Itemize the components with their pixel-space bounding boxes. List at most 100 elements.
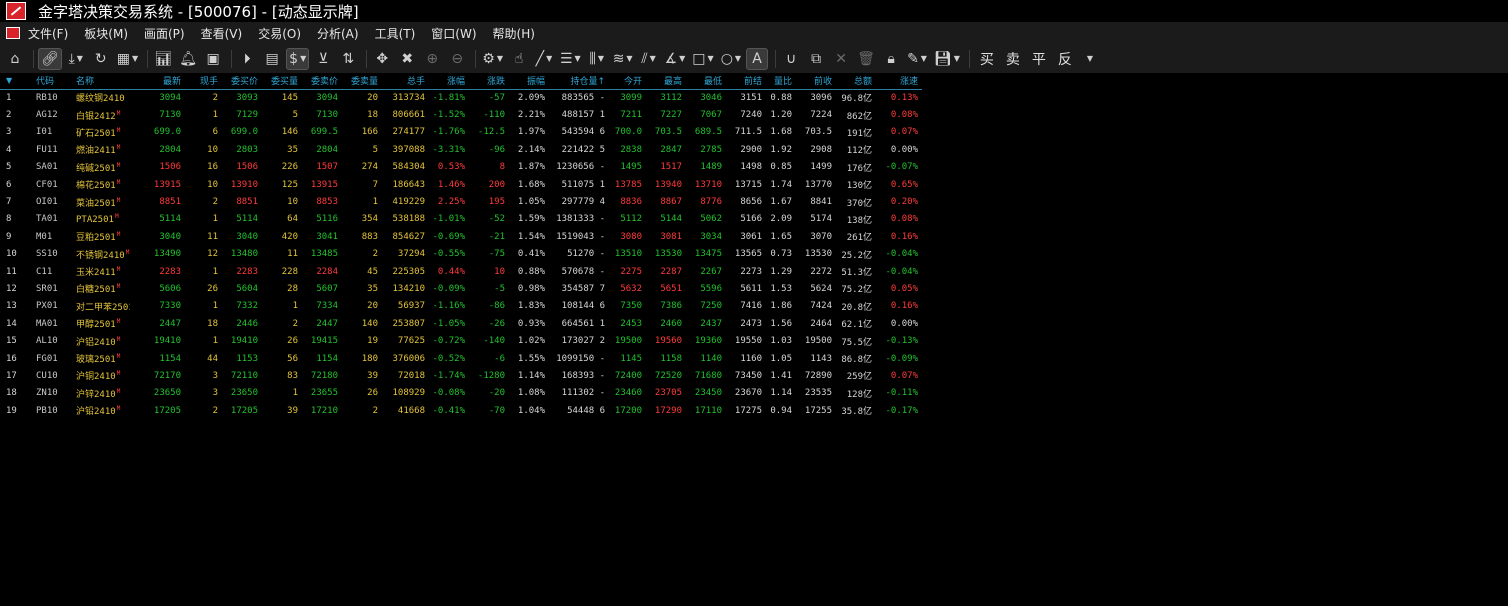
sort-indicator-icon[interactable]: ▼ bbox=[0, 73, 30, 90]
table-row[interactable]: 9 M01 豆粕2501M 3040 11 3040 420 3041 883 854627 -0.… bbox=[0, 228, 922, 245]
document-icon[interactable]: ▤ bbox=[261, 48, 283, 70]
reverse-position-button[interactable]: 反 bbox=[1058, 49, 1072, 69]
header-change[interactable]: 涨跌 bbox=[469, 73, 509, 90]
zoom-out-icon[interactable]: ⊖ bbox=[446, 48, 468, 70]
header-high[interactable]: 最高 bbox=[646, 73, 686, 90]
close-position-button[interactable]: 平 bbox=[1032, 49, 1046, 69]
delete-icon[interactable]: ✕ bbox=[830, 48, 852, 70]
layout-grid-icon[interactable]: ▦ ▼ bbox=[115, 48, 140, 70]
header-amount[interactable]: 总额 bbox=[836, 73, 876, 90]
menu-trade[interactable]: 交易(O) bbox=[258, 25, 301, 42]
header-ask-volume[interactable]: 委卖量 bbox=[342, 73, 382, 90]
header-low[interactable]: 最低 bbox=[686, 73, 726, 90]
table-row[interactable]: 8 TA01 PTA2501M 5114 1 5114 64 5116 354 538188 -1.… bbox=[0, 211, 922, 228]
filter-icon[interactable]: ⊻ bbox=[312, 48, 334, 70]
table-row[interactable]: 3 I01 矿石2501M 699.0 6 699.0 146 699.5 166 274177-… bbox=[0, 124, 922, 141]
header-open-interest[interactable]: 持仓量↑ bbox=[549, 73, 609, 90]
header-open[interactable]: 今开 bbox=[609, 73, 646, 90]
angle-tool-icon[interactable]: ∡ ▼ bbox=[663, 48, 688, 70]
buy-button[interactable]: 买 bbox=[980, 49, 994, 69]
bell-icon[interactable]: 🔔︎ bbox=[177, 48, 199, 70]
cell-code: FG01 bbox=[36, 353, 58, 364]
header-ask[interactable]: 委卖价 bbox=[302, 73, 342, 90]
menu-view-panel[interactable]: 画面(P) bbox=[144, 25, 185, 42]
save-icon[interactable]: 💾︎ ▼ bbox=[932, 48, 962, 70]
table-row[interactable]: 5 SA01 纯碱2501M 1506 16 1506 226 1507 274 584304 0.… bbox=[0, 159, 922, 176]
app-menu-icon[interactable] bbox=[6, 27, 20, 39]
cell-high: 3112 bbox=[660, 92, 682, 103]
table-row[interactable]: 2 AG12 白银2412M 7130 1 7129 5 7130 18 806661 -1.52%… bbox=[0, 106, 922, 123]
table-row[interactable]: 15 AL10 沪铝2410M 19410 1 19410 26 19415 19 77625 -0… bbox=[0, 332, 922, 349]
menu-sector[interactable]: 板块(M) bbox=[84, 25, 128, 42]
candlestick-chart-icon[interactable]: 📊︎ bbox=[152, 48, 174, 70]
link-icon[interactable]: 🔗︎ bbox=[38, 47, 62, 70]
table-row[interactable]: 11 C11 玉米2411M 2283 1 2283 228 2284 45 225305 0.44… bbox=[0, 263, 922, 280]
parallel-channel-tool-icon[interactable]: ⫽ ▼ bbox=[638, 48, 660, 70]
header-change-percent[interactable]: 涨幅 bbox=[429, 73, 469, 90]
table-row[interactable]: 17 CU10 沪铜2410M 72170 3 72110 83 72180 39 72018 -1… bbox=[0, 367, 922, 384]
header-code[interactable]: 代码 bbox=[30, 73, 70, 90]
header-prev-close[interactable]: 前收 bbox=[796, 73, 836, 90]
magnet-icon[interactable]: ∪ bbox=[780, 48, 802, 70]
trash-icon[interactable]: 🗑︎ bbox=[855, 48, 877, 70]
main-contract-mark: M bbox=[116, 126, 121, 134]
header-bid-volume[interactable]: 委买量 bbox=[262, 73, 302, 90]
menu-help[interactable]: 帮助(H) bbox=[493, 25, 535, 42]
table-row[interactable]: 19 PB10 沪铅2410M 17205 2 17205 39 17210 2 41668 -0.… bbox=[0, 402, 922, 419]
header-total-volume[interactable]: 总手 bbox=[382, 73, 429, 90]
more-chevron-icon[interactable]: ▼ bbox=[1078, 48, 1100, 70]
rectangle-tool-icon[interactable]: □ ▼ bbox=[690, 48, 715, 70]
refresh-icon[interactable]: ↻ bbox=[90, 48, 112, 70]
text-tool-icon[interactable]: A bbox=[746, 47, 769, 70]
header-speed[interactable]: 涨速 bbox=[876, 73, 922, 90]
header-amplitude[interactable]: 振幅 bbox=[509, 73, 549, 90]
ellipse-tool-icon[interactable]: ○ ▼ bbox=[719, 48, 743, 70]
table-row[interactable]: 13 PX01 对二甲苯2501M 7330 1 7332 1 7334 20 56937 -1.1… bbox=[0, 298, 922, 315]
header-name[interactable]: 名称 bbox=[70, 73, 130, 90]
home-icon[interactable]: ⌂ bbox=[4, 48, 26, 70]
table-row[interactable]: 10 SS10 不锈钢2410M 13490 12 13480 11 13485 2 37294-… bbox=[0, 246, 922, 263]
hand-pointer-icon[interactable]: ☝ bbox=[508, 48, 530, 70]
header-volume-ratio[interactable]: 量比 bbox=[766, 73, 796, 90]
cell-open-interest: 173027 2 bbox=[561, 336, 605, 347]
sort-icon[interactable]: ⇅ bbox=[337, 48, 359, 70]
picture-chart-icon[interactable]: ▣ bbox=[202, 48, 224, 70]
header-last[interactable]: 最新 bbox=[130, 73, 185, 90]
table-row[interactable]: 16 FG01 玻璃2501M 1154 44 1153 56 1154 180 376006 -0… bbox=[0, 350, 922, 367]
download-icon[interactable]: ⤓ ▼ bbox=[65, 48, 87, 70]
pen-color-icon[interactable]: ✎ ▼ bbox=[905, 48, 929, 70]
header-prev-settle[interactable]: 前结 bbox=[726, 73, 766, 90]
fibonacci-tool-icon[interactable]: ☰ ▼ bbox=[558, 48, 583, 70]
move-icon[interactable]: ✥ bbox=[371, 48, 393, 70]
gear-icon[interactable]: ⚙ ▼ bbox=[480, 48, 505, 70]
zoom-in-icon[interactable]: ⊕ bbox=[421, 48, 443, 70]
crosshair-icon[interactable]: ✖ bbox=[396, 48, 418, 70]
table-row[interactable]: 18 ZN10 沪锌2410M 23650 3 23650 1 23655 26 108929 -0… bbox=[0, 385, 922, 402]
header-volume[interactable]: 现手 bbox=[185, 73, 222, 90]
table-row[interactable]: 7 OI01 菜油2501M 8851 2 8851 10 8853 1 419229 2.25% 1… bbox=[0, 193, 922, 210]
cell-change-percent: -1.81% bbox=[432, 92, 465, 103]
table-row[interactable]: 14 MA01 甲醇2501M 2447 18 2446 2 2447 140 253807 -1.… bbox=[0, 315, 922, 332]
line-tool-icon[interactable]: ╱ ▼ bbox=[533, 48, 555, 70]
vertical-lines-tool-icon[interactable]: ⫼ ▼ bbox=[586, 48, 608, 70]
menu-window[interactable]: 窗口(W) bbox=[431, 25, 476, 42]
table-row[interactable]: 12 SR01 白糖2501M 5606 26 5604 28 5607 35 134210 -0.… bbox=[0, 280, 922, 297]
cell-code: CF01 bbox=[36, 179, 58, 190]
menu-analysis[interactable]: 分析(A) bbox=[317, 25, 359, 42]
dollar-dropdown[interactable]: $ ▼ bbox=[286, 47, 310, 70]
copy-icon[interactable]: ⧉ bbox=[805, 48, 827, 70]
fan-tool-icon[interactable]: ≋ ▼ bbox=[611, 48, 635, 70]
header-bid[interactable]: 委买价 bbox=[222, 73, 262, 90]
menu-tools[interactable]: 工具(T) bbox=[375, 25, 416, 42]
play-icon[interactable]: ⏵ bbox=[236, 48, 258, 70]
table-row[interactable]: 4 FU11 燃油2411M 2804 10 2803 35 2804 5 397088 -3.31… bbox=[0, 141, 922, 158]
lock-icon[interactable]: 🔒︎ bbox=[880, 48, 902, 70]
table-row[interactable]: 1 RB10 螺纹钢2410 3094 2 3093 145 3094 20 313734 -1.8… bbox=[0, 89, 922, 106]
toolbar-divider bbox=[147, 49, 149, 68]
menu-view[interactable]: 查看(V) bbox=[201, 25, 243, 42]
sell-button[interactable]: 卖 bbox=[1006, 49, 1020, 69]
cell-speed: -0.11% bbox=[885, 388, 918, 399]
menu-file[interactable]: 文件(F) bbox=[28, 25, 68, 42]
table-row[interactable]: 6 CF01 棉花2501M 13915 10 13910 125 13915 7 186643 1… bbox=[0, 176, 922, 193]
cell-name: 豆粕2501M bbox=[76, 231, 121, 244]
